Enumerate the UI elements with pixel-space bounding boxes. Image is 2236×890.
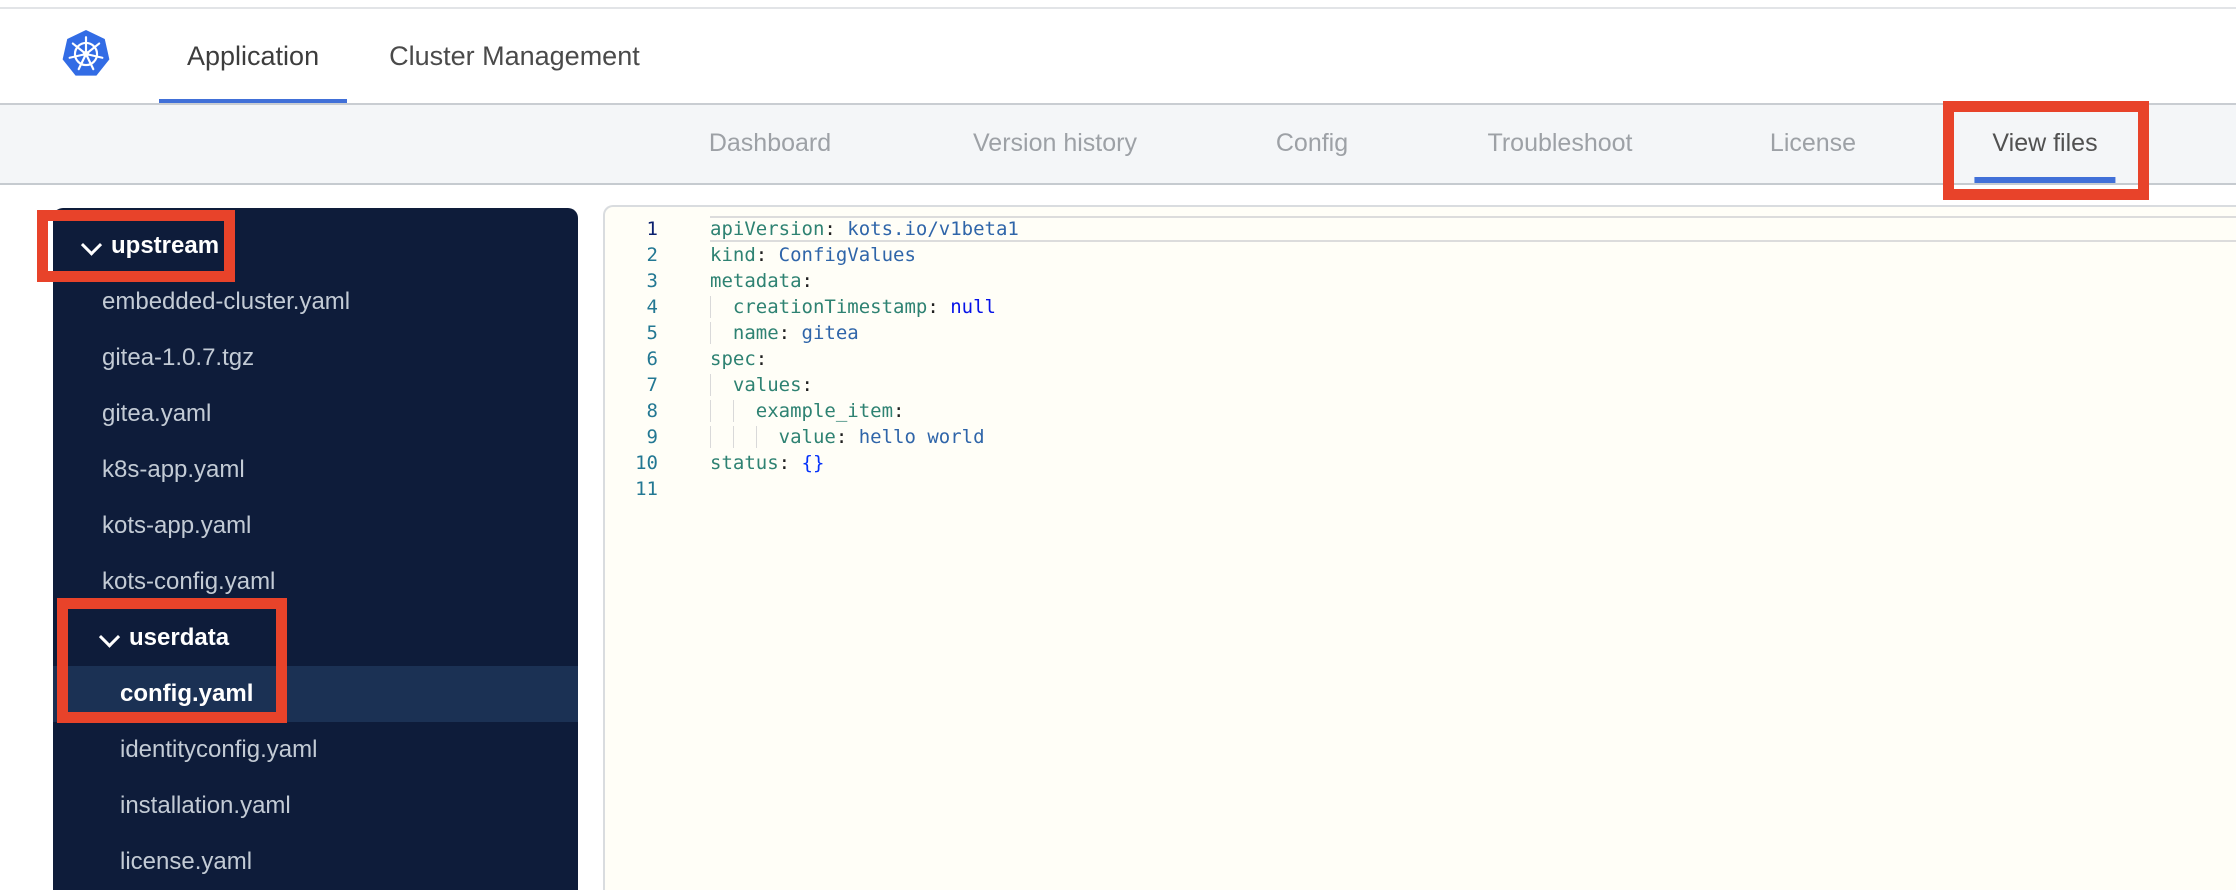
tree-file-embedded-cluster-yaml[interactable]: embedded-cluster.yaml: [53, 274, 578, 330]
code-line-content: status: {}: [710, 452, 825, 474]
tree-item-label: gitea-1.0.7.tgz: [102, 344, 255, 371]
code-line-1: 1 apiVersion: kots.io/v1beta1: [605, 216, 2236, 242]
tree-item-label: license.yaml: [120, 848, 253, 875]
line-number: 7: [646, 374, 658, 396]
line-number: 1: [646, 218, 658, 240]
line-number: 6: [646, 348, 658, 370]
code-line-5: 5 name: gitea: [605, 320, 2236, 346]
code-editor[interactable]: 1 apiVersion: kots.io/v1beta1 2 kind: Confi…: [603, 205, 2236, 890]
code-line-content: metadata:: [710, 270, 813, 292]
code-line-11: 11: [605, 476, 2236, 502]
tree-item-label: k8s-app.yaml: [102, 456, 245, 483]
code-line-content: kind: ConfigValues: [710, 244, 916, 266]
tree-folder-userdata[interactable]: userdata: [53, 610, 578, 666]
code-line-content: spec:: [710, 348, 768, 370]
code-line-4: 4 creationTimestamp: null: [605, 294, 2236, 320]
line-number: 10: [635, 452, 658, 474]
tab-version-history[interactable]: Version history: [955, 105, 1155, 183]
tree-file-gitea-yaml[interactable]: gitea.yaml: [53, 386, 578, 442]
tree-file-license-yaml[interactable]: license.yaml: [53, 834, 578, 890]
tree-item-label: kots-config.yaml: [102, 568, 276, 595]
top-navbar: Application Cluster Management: [0, 0, 2236, 105]
line-number: 9: [646, 426, 658, 448]
tree-file-config-yaml[interactable]: config.yaml: [53, 666, 578, 722]
code-line-2: 2 kind: ConfigValues: [605, 242, 2236, 268]
app-switcher-tabs: Application Cluster Management: [159, 9, 682, 105]
line-number: 5: [646, 322, 658, 344]
line-number: 11: [635, 478, 658, 500]
tree-item-label: embedded-cluster.yaml: [102, 288, 351, 315]
tree-item-label: config.yaml: [120, 680, 254, 707]
tree-file-k8s-app-yaml[interactable]: k8s-app.yaml: [53, 442, 578, 498]
chevron-down-icon: [80, 233, 103, 256]
line-number: 4: [646, 296, 658, 318]
code-line-8: 8 example_item:: [605, 398, 2236, 424]
tab-license[interactable]: License: [1752, 105, 1874, 183]
tree-file-kots-config-yaml[interactable]: kots-config.yaml: [53, 554, 578, 610]
code-line-content: apiVersion: kots.io/v1beta1: [710, 216, 2236, 242]
indent-guide: [710, 400, 711, 422]
code-line-10: 10 status: {}: [605, 450, 2236, 476]
code-line-content: example_item:: [710, 398, 2236, 424]
line-number: 3: [646, 270, 658, 292]
tab-view-files[interactable]: View files: [1974, 105, 2116, 183]
tree-file-gitea-1-0-7-tgz[interactable]: gitea-1.0.7.tgz: [53, 330, 578, 386]
tab-troubleshoot[interactable]: Troubleshoot: [1470, 105, 1651, 183]
file-tree-panel: upstream embedded-cluster.yaml gitea-1.0.7…: [53, 208, 578, 890]
tab-application[interactable]: Application: [159, 9, 348, 105]
tree-item-label: userdata: [129, 624, 230, 651]
tree-file-identityconfig-yaml[interactable]: identityconfig.yaml: [53, 722, 578, 778]
chevron-down-icon: [98, 625, 121, 648]
code-line-content: creationTimestamp: null: [710, 294, 2236, 320]
tree-item-label: upstream: [111, 232, 220, 259]
kubernetes-wheel-icon: [62, 30, 110, 76]
indent-guide: [710, 322, 711, 344]
tab-config[interactable]: Config: [1258, 105, 1366, 183]
tree-file-installation-yaml[interactable]: installation.yaml: [53, 778, 578, 834]
indent-guide: [732, 400, 734, 422]
indent-guide: [710, 374, 711, 396]
code-line-content: value: hello world: [710, 424, 2236, 450]
tab-cluster-management[interactable]: Cluster Management: [361, 9, 668, 105]
tree-item-label: kots-app.yaml: [102, 512, 252, 539]
tree-file-kots-app-yaml[interactable]: kots-app.yaml: [53, 498, 578, 554]
line-number: 8: [646, 400, 658, 422]
code-line-content: values:: [710, 372, 2236, 398]
tab-dashboard[interactable]: Dashboard: [691, 105, 849, 183]
indent-guide: [710, 296, 711, 318]
indent-guide: [732, 426, 734, 448]
line-number: 2: [646, 244, 658, 266]
tree-folder-upstream[interactable]: upstream: [53, 218, 578, 274]
code-line-9: 9 value: hello world: [605, 424, 2236, 450]
code-line-7: 7 values:: [605, 372, 2236, 398]
indent-guide: [755, 426, 757, 448]
code-line-content: name: gitea: [710, 320, 2236, 346]
kubernetes-logo: [62, 26, 110, 82]
tree-item-label: identityconfig.yaml: [120, 736, 318, 763]
tree-item-label: installation.yaml: [120, 792, 291, 819]
tree-item-label: gitea.yaml: [102, 400, 212, 427]
indent-guide: [710, 426, 711, 448]
code-line-6: 6 spec:: [605, 346, 2236, 372]
code-line-content: [710, 476, 2236, 502]
application-subnav: Dashboard Version history Config Trouble…: [0, 105, 2236, 185]
code-line-3: 3 metadata:: [605, 268, 2236, 294]
